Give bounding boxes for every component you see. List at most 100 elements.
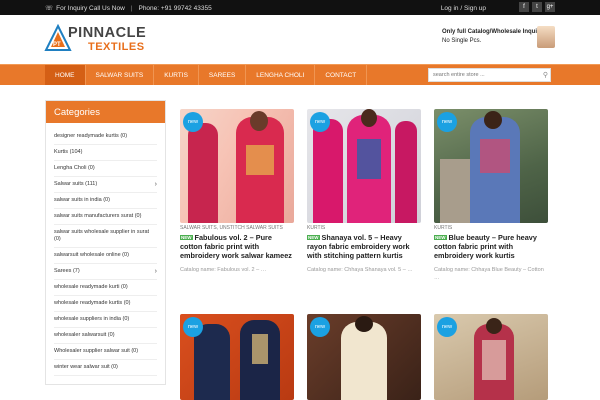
embroidery-panel — [357, 139, 381, 179]
logo-subname: TEXTILES — [88, 41, 145, 53]
new-badge: new — [183, 112, 203, 132]
new-badge: new — [310, 317, 330, 337]
new-badge: new — [437, 112, 457, 132]
new-label: NEW — [180, 235, 193, 240]
category-item[interactable]: wholesale suppliers in india (0) — [54, 312, 157, 328]
wholesale-notice: Only full Catalog/Wholesale Inquiry No S… — [442, 28, 543, 46]
nav-salwar-suits[interactable]: SALWAR SUITS — [86, 65, 155, 85]
top-bar: ☏ For Inquiry Call Us Now | Phone: +91 9… — [0, 0, 600, 15]
vehicle-shape — [440, 159, 470, 223]
category-item[interactable]: designer readymade kurtis (0) — [54, 129, 157, 145]
twitter-icon[interactable]: t — [532, 2, 542, 12]
product-title-text: Blue beauty – Pure heavy cotton fabric p… — [434, 233, 537, 260]
product-image[interactable]: new — [307, 109, 421, 223]
nav-contact[interactable]: CONTACT — [315, 65, 368, 85]
category-label: Salwar suits (111) — [54, 181, 98, 187]
product-image[interactable]: new — [307, 314, 421, 400]
new-badge: new — [437, 317, 457, 337]
model-figure — [395, 121, 417, 223]
search-input[interactable] — [433, 72, 533, 78]
search-icon[interactable]: ⚲ — [543, 71, 548, 79]
category-item[interactable]: salwar suits in india (0) — [54, 193, 157, 209]
product-card[interactable]: new — [307, 314, 421, 400]
nav-home[interactable]: HOME — [45, 65, 86, 85]
product-card[interactable]: new KURTIS NEW Shanaya vol. 5 – Heavy ray… — [307, 109, 421, 274]
product-card[interactable]: new — [434, 314, 548, 400]
embroidery-panel — [480, 139, 510, 173]
embroidery-panel — [246, 145, 274, 175]
product-title[interactable]: NEW Fabulous vol. 2 – Pure cotton fabric … — [180, 233, 294, 260]
new-label: NEW — [307, 235, 320, 240]
inquiry-text: For Inquiry Call Us Now — [56, 4, 125, 12]
divider: | — [130, 4, 133, 12]
product-title-text: Shanaya vol. 5 – Heavy rayon fabric embr… — [307, 233, 410, 260]
category-item[interactable]: wholesale readymade kurtis (0) — [54, 296, 157, 312]
product-card[interactable]: new KURTIS NEW Blue beauty – Pure heavy c… — [434, 109, 548, 282]
product-tags[interactable]: SALWAR SUITS, UNSTITCH SALWAR SUITS — [180, 225, 294, 231]
sidebar-title: Categories — [46, 101, 165, 123]
category-item-salwar[interactable]: Salwar suits (111) › — [54, 177, 157, 193]
account-social: Log in / Sign up f t g+ — [441, 2, 555, 12]
product-card[interactable]: new SALWAR SUITS, UNSTITCH SALWAR SUITS … — [180, 109, 294, 274]
nav-sarees[interactable]: SAREES — [199, 65, 247, 85]
notice-line-2: No Single Pcs. — [442, 38, 482, 44]
model-figure — [341, 322, 387, 400]
product-card[interactable]: new — [180, 314, 294, 400]
category-item[interactable]: Wholesaler supplier salwar suit (0) — [54, 344, 157, 360]
category-item[interactable]: salwarsuit wholesale online (0) — [54, 248, 157, 264]
search-box: ⚲ — [428, 68, 551, 82]
nav-kurtis[interactable]: KURTIS — [154, 65, 199, 85]
site-logo[interactable]: PT PINNACLE TEXTILES — [44, 24, 154, 56]
product-image[interactable]: new — [434, 314, 548, 400]
category-item[interactable]: salwar suits manufacturers surat (0) — [54, 209, 157, 225]
login-link[interactable]: Log in / Sign up — [441, 5, 486, 12]
model-head — [250, 111, 268, 131]
product-catalog: Catalog name: Chhaya Shanaya vol. 5 – … — [307, 267, 413, 273]
new-badge: new — [310, 112, 330, 132]
new-label: NEW — [434, 235, 447, 240]
phone-text: Phone: +91 99742 43355 — [138, 4, 212, 12]
categories-sidebar: Categories designer readymade kurtis (0)… — [45, 100, 166, 385]
notice-line-1: Only full Catalog/Wholesale Inquiry — [442, 29, 543, 35]
category-item[interactable]: Lengha Choli (0) — [54, 161, 157, 177]
product-catalog: Catalog name: Chhaya Blue Beauty – Cotto… — [434, 267, 544, 281]
facebook-icon[interactable]: f — [519, 2, 529, 12]
product-catalog: Catalog name: Fabulous vol. 2 – … — [180, 267, 267, 273]
product-image[interactable]: new — [180, 109, 294, 223]
header: PT PINNACLE TEXTILES Only full Catalog/W… — [0, 15, 600, 64]
google-plus-icon[interactable]: g+ — [545, 2, 555, 12]
product-title[interactable]: NEW Blue beauty – Pure heavy cotton fabri… — [434, 233, 548, 260]
embroidery-panel — [252, 334, 268, 364]
category-item[interactable]: wholesaler salwarsuit (0) — [54, 328, 157, 344]
model-head — [361, 109, 377, 127]
logo-mark-text: PT — [53, 42, 61, 48]
category-item[interactable]: Kurtis (104) — [54, 145, 157, 161]
model-figure — [194, 324, 230, 400]
category-item[interactable]: winter wear salwar suit (0) — [54, 360, 157, 376]
category-list: designer readymade kurtis (0) Kurtis (10… — [46, 123, 165, 376]
main-nav: HOME SALWAR SUITS KURTIS SAREES LENGHA C… — [0, 64, 600, 85]
category-item[interactable]: salwar suits wholesale supplier in surat… — [54, 225, 157, 248]
model-figure — [313, 119, 343, 223]
model-figure — [188, 123, 218, 223]
model-head — [486, 318, 502, 334]
contact-info: ☏ For Inquiry Call Us Now | Phone: +91 9… — [45, 4, 212, 13]
category-item[interactable]: wholesale readymade kurti (0) — [54, 280, 157, 296]
chevron-right-icon[interactable]: › — [155, 181, 157, 188]
phone-icon: ☏ — [45, 5, 54, 12]
product-title[interactable]: NEW Shanaya vol. 5 – Heavy rayon fabric e… — [307, 233, 421, 260]
product-image[interactable]: new — [434, 109, 548, 223]
print-pattern — [482, 340, 506, 380]
logo-name: PINNACLE — [68, 25, 147, 41]
new-badge: new — [183, 317, 203, 337]
product-tags[interactable]: KURTIS — [434, 225, 548, 231]
nav-lengha-choli[interactable]: LENGHA CHOLI — [246, 65, 316, 85]
category-item-sarees[interactable]: Sarees (7) › — [54, 264, 157, 280]
chevron-right-icon[interactable]: › — [155, 268, 157, 275]
product-title-text: Fabulous vol. 2 – Pure cotton fabric pri… — [180, 233, 292, 260]
product-image[interactable]: new — [180, 314, 294, 400]
model-head — [355, 316, 373, 332]
promo-model-image — [537, 26, 555, 48]
product-tags[interactable]: KURTIS — [307, 225, 421, 231]
model-head — [484, 111, 502, 129]
